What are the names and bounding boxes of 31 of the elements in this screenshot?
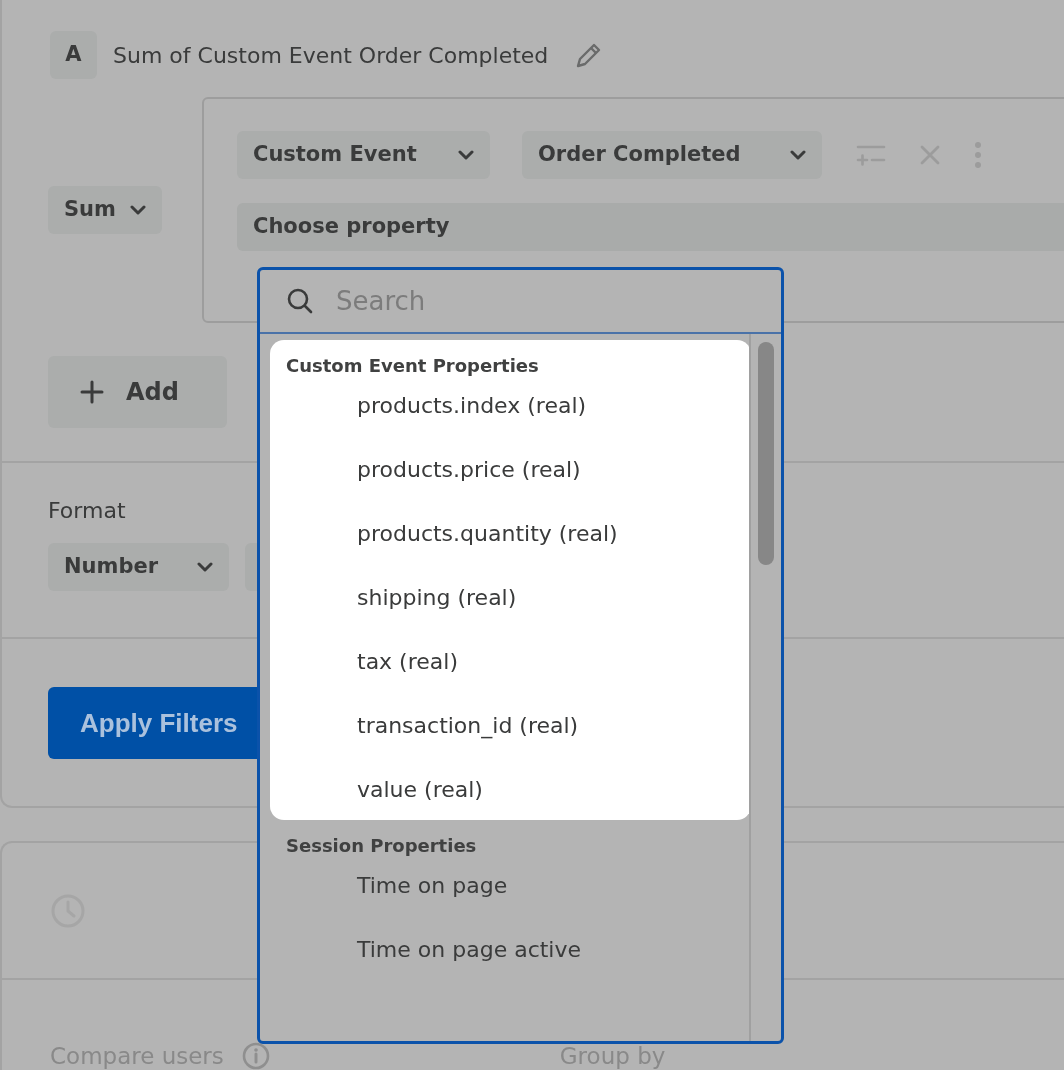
format-label: Format <box>48 497 127 525</box>
group-heading: Session Properties <box>285 834 478 858</box>
chevron-down-icon <box>197 562 213 572</box>
chevron-down-icon <box>129 205 146 215</box>
scrollbar-thumb[interactable] <box>758 342 774 565</box>
close-icon[interactable] <box>919 145 940 165</box>
plus-icon <box>80 380 104 404</box>
property-option[interactable]: value (real) <box>270 776 749 804</box>
property-option[interactable]: products.quantity (real) <box>270 520 749 548</box>
event-type-select[interactable]: Custom Event <box>236 131 490 179</box>
property-option[interactable]: Time on page <box>270 872 749 900</box>
property-option[interactable]: shipping (real) <box>270 584 749 612</box>
chevron-down-icon <box>457 150 474 160</box>
group-heading: Custom Event Properties <box>285 354 540 378</box>
search-icon <box>286 287 314 315</box>
property-select[interactable]: Choose property <box>236 203 1064 251</box>
add-button[interactable]: Add <box>48 356 227 428</box>
event-select[interactable]: Order Completed <box>521 131 822 179</box>
chevron-down-icon <box>789 150 806 160</box>
property-option[interactable]: Time on page active <box>270 936 749 964</box>
metric-title: Sum of Custom Event Order Completed <box>113 41 549 70</box>
info-icon <box>241 1042 270 1070</box>
format-select[interactable]: Number <box>48 543 229 591</box>
more-icon[interactable] <box>973 142 982 168</box>
add-subtract-icon[interactable] <box>855 144 886 166</box>
search-field[interactable]: Search <box>336 281 736 321</box>
aggregate-select[interactable]: Sum <box>48 186 162 234</box>
property-option[interactable]: tax (real) <box>270 648 749 676</box>
property-option[interactable]: products.price (real) <box>270 456 749 484</box>
property-option[interactable]: products.index (real) <box>270 392 749 420</box>
series-badge: A <box>50 31 97 79</box>
